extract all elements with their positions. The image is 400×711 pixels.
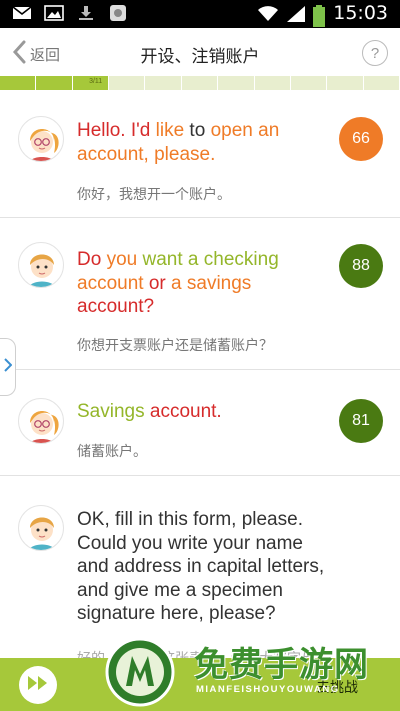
page-title: 开设、注销账户 (140, 47, 260, 67)
progress-segment (145, 76, 182, 90)
dialogue-item-3[interactable]: Savings account. 储蓄账户。 81 (0, 370, 400, 476)
progress-segment (36, 76, 73, 90)
dialogue-item-1[interactable]: Hello. I'd like to open an account, plea… (0, 90, 400, 218)
progress-segment (182, 76, 219, 90)
score-badge[interactable]: 66 (339, 117, 383, 161)
help-button[interactable]: ? (362, 40, 388, 66)
wifi-icon (257, 5, 279, 21)
sentence-word: Savings (77, 401, 145, 422)
progress-segment (218, 76, 255, 90)
progress-segment (109, 76, 146, 90)
sentence-word: want (142, 249, 183, 270)
challenge-button[interactable]: 去挑战 (316, 677, 358, 697)
sentence-word: an (258, 120, 280, 141)
side-drawer-tab[interactable] (0, 338, 16, 396)
dialogue-item-4[interactable]: OK, fill in this form, please. Could you… (0, 476, 400, 658)
male-speaker-avatar (18, 505, 64, 551)
sentence-word: to (189, 120, 206, 141)
image-icon (44, 5, 64, 21)
sentence-word: Hello. (77, 120, 126, 141)
sentence-word: savings (186, 272, 252, 294)
dialogue-translation: 储蓄账户。 (77, 444, 147, 460)
sentence-word: OK, fill in this form, please. Could you… (77, 509, 325, 624)
sentence-word: open (210, 120, 253, 141)
signal-icon (285, 5, 306, 22)
dialogue-sentence[interactable]: Do you want a checking account or a savi… (77, 248, 327, 319)
dialogue-sentence[interactable]: Hello. I'd like to open an account, plea… (77, 119, 327, 166)
dialogue-sentence[interactable]: Savings account. (77, 400, 327, 424)
sentence-word: please. (154, 143, 216, 165)
sentence-word: account (77, 272, 144, 294)
chevron-right-icon (3, 357, 12, 377)
fast-forward-button[interactable] (19, 666, 57, 704)
header: 返回 开设、注销账户 ? (0, 28, 400, 76)
gallery-app-icon (108, 5, 128, 21)
help-icon: ? (370, 44, 380, 62)
sentence-word: or (148, 272, 166, 294)
battery-icon (313, 5, 326, 27)
female-speaker-avatar (18, 398, 64, 444)
sentence-word: a (187, 249, 199, 270)
progress-segments (0, 76, 400, 90)
sentence-word: Do (77, 249, 102, 270)
status-right-icons: 15:03 (257, 2, 388, 27)
progress-label: 3/11 (89, 78, 103, 85)
dialogue-list[interactable]: Hello. I'd like to open an account, plea… (0, 90, 400, 658)
progress-segment (291, 76, 328, 90)
bottom-bar: 去挑战 (0, 658, 400, 711)
sentence-word: like (155, 120, 185, 141)
sentence-word: account, (77, 143, 149, 165)
fast-forward-icon (27, 675, 49, 696)
progress-segment (364, 76, 400, 90)
status-left-icons (12, 5, 128, 21)
download-icon (76, 5, 96, 21)
score-badge[interactable]: 81 (339, 399, 383, 443)
lesson-progress-bar: 3/11 (0, 76, 400, 90)
sentence-word: account? (77, 296, 155, 317)
mail-icon (12, 5, 32, 21)
dialogue-sentence[interactable]: OK, fill in this form, please. Could you… (77, 508, 327, 626)
progress-segment (327, 76, 364, 90)
dialogue-item-2[interactable]: Do you want a checking account or a savi… (0, 218, 400, 370)
sentence-word: you (106, 249, 138, 270)
sentence-word: account. (149, 401, 222, 422)
clock: 15:03 (333, 2, 388, 24)
sentence-word: I'd (130, 120, 151, 141)
sentence-word: checking (203, 249, 279, 270)
progress-segment (0, 76, 37, 90)
sentence-word: a (171, 272, 182, 294)
dialogue-translation: 你想开支票账户还是储蓄账户？ (77, 338, 273, 354)
progress-segment (255, 76, 291, 90)
male-speaker-avatar (18, 242, 64, 288)
female-speaker-avatar (18, 116, 64, 162)
score-badge[interactable]: 88 (339, 244, 383, 288)
dialogue-translation: 好的，请填写这张表格。请用大写字母写下你的姓名和地址，并在这里签一个样本签名。 (77, 648, 337, 658)
status-bar: 15:03 (0, 0, 400, 28)
dialogue-translation: 你好，我想开一个账户。 (77, 187, 231, 203)
